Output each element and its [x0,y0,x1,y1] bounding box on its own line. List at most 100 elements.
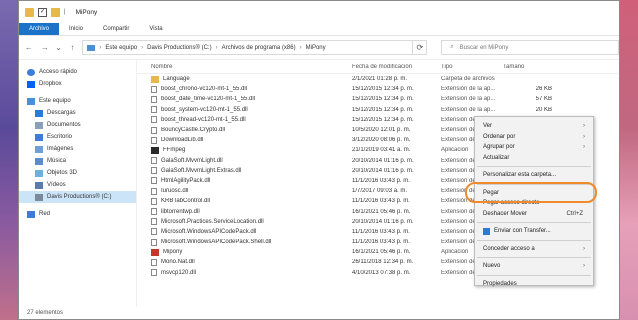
menu-item-nuevo[interactable]: Nuevo › [475,261,593,272]
list-item[interactable]: boost_date_time-vc120-mt-1_55.dll 15/12/2… [137,94,619,104]
forward-arrow-icon[interactable]: → [39,41,51,55]
sidebar-item-descargas[interactable]: Descargas [19,107,136,119]
qat-chevron-icon[interactable]: | [64,9,66,15]
list-item[interactable]: boost_chrono-vc120-mt-1_55.dll 15/12/2015… [137,84,619,94]
sidebar-item-label: Acceso rápido [39,69,78,75]
menu-separator [477,166,591,167]
desktop-wallpaper-left [0,0,18,320]
file-name-cell: DownloadLib.dll [151,136,352,144]
tab-compartir[interactable]: Compartir [93,23,139,35]
file-name-cell: libtorrentwp.dll [151,208,352,216]
folder-icon [25,7,34,17]
up-arrow-icon[interactable]: ↑ [67,41,79,55]
breadcrumb[interactable]: › Este equipo › Davis Productions® (C:) › Arc… [82,40,414,55]
file-date: 4/10/2013 07:38 p. m. [352,269,411,276]
menu-separator [477,257,591,258]
file-name: GalaSoft.MvvmLight.dll [161,157,223,164]
breadcrumb-separator-icon: › [299,44,302,51]
search-icon: ⌕ [450,44,454,50]
dropbox-icon [27,80,35,88]
sidebar-item-acceso-r-pido[interactable]: Acceso rápido [19,66,136,78]
list-item[interactable]: boost_system-vc120-mt-1_55.dll 15/12/2015… [137,105,619,115]
tab-archivo[interactable]: Archivo [19,23,60,35]
file-name-cell: KRBTabControl.dll [151,197,352,205]
file-name-cell: boost_thread-vc120-mt-1_55.dll [151,116,352,124]
sidebar-item-v-deos[interactable]: Vídeos [19,179,136,191]
file-name: Microsoft.WindowsAPICodePack.Shell.dll [161,239,272,246]
sidebar-item-label: Vídeos [47,182,66,188]
list-item[interactable]: Language 2/1/2021 01:28 p. m. Carpeta de a… [137,74,619,84]
breadcrumb-item[interactable]: Este equipo [105,45,137,51]
menu-item-ver[interactable]: Ver › [475,121,593,132]
refresh-icon[interactable]: ⟳ [413,40,428,55]
column-date[interactable]: Fecha de modificación [352,64,441,70]
dll-icon [151,208,157,216]
file-name: DownloadLib.dll [161,137,204,144]
back-arrow-icon[interactable]: ← [23,41,35,55]
file-date: 20/10/2014 01:16 p. m. [352,157,414,164]
file-date: 16/1/2021 05:46 p. m. [352,249,411,256]
dll-icon [151,187,157,195]
properties-checkbox-icon[interactable]: ✓ [38,7,47,17]
menu-item-enviar-con-transfer[interactable]: Enviar con Transfer... [475,226,593,237]
file-name: KRBTabControl.dll [161,198,211,205]
recent-chevron-icon[interactable]: ⌄ [55,41,63,55]
sidebar-item-documentos[interactable]: Documentos [19,119,136,131]
dll-icon [151,116,157,124]
sidebar-item-label: Davis Productions® (C:) [47,194,112,200]
status-count: 27 elementos [27,310,64,316]
column-name[interactable]: Nombre [151,64,352,70]
breadcrumb-item[interactable]: Davis Productions® (C:) [147,45,211,51]
file-name: boost_system-vc120-mt-1_55.dll [161,106,248,113]
file-name-cell: HtmlAgilityPack.dll [151,177,352,185]
sidebar-item-m-sica[interactable]: Música [19,155,136,167]
file-name-cell: boost_date_time-vc120-mt-1_55.dll [151,95,352,103]
file-name: BouncyCastle.Crypto.dll [161,127,226,134]
sidebar-item-label: Este equipo [39,98,71,104]
sidebar-item-este-equipo[interactable]: Este equipo [19,95,136,107]
search-box[interactable]: ⌕ Buscar en MiPony [441,40,619,55]
transfer-icon [483,227,490,235]
file-name: msvcp120.dll [161,269,197,276]
menu-item-propiedades[interactable]: Propiedades [475,279,593,290]
menu-item-ordenar-por[interactable]: Ordenar por › [475,132,593,143]
sidebar-item-escritorio[interactable]: Escritorio [19,131,136,143]
sidebar-item-davis-productions-c-[interactable]: Davis Productions® (C:) [19,191,136,203]
desktop-icon [35,133,43,141]
menu-item-deshacer-mover[interactable]: Deshacer Mover Ctrl+Z [475,209,593,220]
file-name-cell: Microsoft.Practices.ServiceLocation.dll [151,218,352,226]
menu-item-actualizar[interactable]: Actualizar [475,153,593,164]
search-input[interactable]: Buscar en MiPony [460,45,509,51]
file-date: 3/12/2020 08:06 p. m. [352,137,411,144]
sidebar-item-dropbox[interactable]: Dropbox [19,78,136,90]
file-date: 21/1/2019 03:41 a. m. [352,147,411,154]
column-size[interactable]: Tamaño [503,64,552,70]
menu-item-agrupar-por[interactable]: Agrupar por › [475,142,593,153]
sidebar-item-objetos-3d[interactable]: Objetos 3D [19,167,136,179]
column-type[interactable]: Tipo [441,64,503,70]
tab-inicio[interactable]: Inicio [59,23,93,35]
sidebar-item-red[interactable]: Red [19,208,136,220]
menu-separator [477,222,591,223]
window-title: MiPony [75,8,98,16]
breadcrumb-item[interactable]: MiPony [306,45,326,51]
pegar-highlight-annotation [465,182,597,203]
file-date: 11/1/2016 03:43 p. m. [352,177,410,184]
file-name-cell: Iuruosc.dll [151,187,352,195]
dll-icon [151,177,157,185]
file-name-cell: GalaSoft.MvvmLight.dll [151,157,352,165]
file-name: Microsoft.WindowsAPICodePack.dll [161,228,257,235]
file-name-cell: Microsoft.WindowsAPICodePack.Shell.dll [151,238,352,246]
file-name: boost_date_time-vc120-mt-1_55.dll [161,96,256,103]
new-folder-icon[interactable] [51,7,60,17]
menu-item-personalizar-esta-carpeta[interactable]: Personalizar esta carpeta... [475,170,593,181]
menu-item-label: Propiedades [483,280,517,287]
tab-vista[interactable]: Vista [139,23,172,35]
submenu-arrow-icon: › [583,245,585,252]
menu-item-conceder-acceso-a[interactable]: Conceder acceso a › [475,244,593,255]
breadcrumb-item[interactable]: Archivos de programa (x86) [222,45,296,51]
sidebar-item-label: Descargas [47,110,76,116]
download-icon [35,109,43,117]
sidebar-item-im-genes[interactable]: Imágenes [19,143,136,155]
sidebar-item-label: Imágenes [47,146,74,152]
